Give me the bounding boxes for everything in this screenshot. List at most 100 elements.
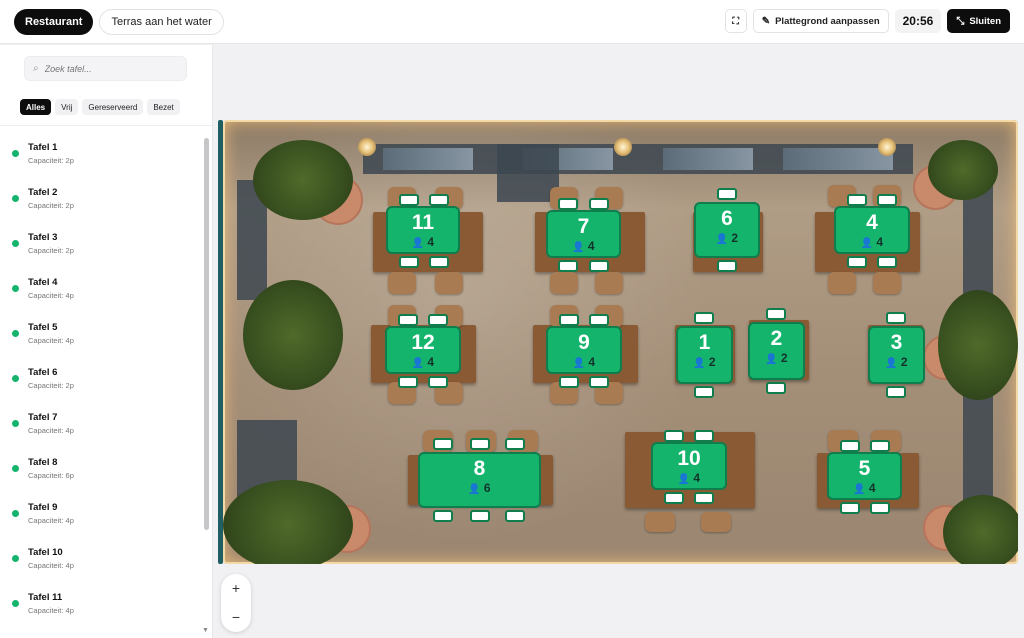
status-dot [12,510,19,517]
chair [435,272,463,294]
search-input[interactable] [44,63,175,74]
chair [701,512,731,532]
chair [828,272,856,294]
search-box[interactable]: ⌕ [24,56,187,81]
table-marker-5[interactable]: 5 👤 4 [827,452,902,500]
zoom-controls: + − [221,574,251,632]
filter-free[interactable]: Vrij [55,99,79,115]
seat-tab[interactable] [398,376,418,388]
plant-icon [223,480,353,564]
table-marker-8[interactable]: 8 👤 6 [418,452,541,508]
table-marker-6[interactable]: 6 👤 2 [694,202,760,258]
table-marker-7[interactable]: 7 👤 4 [546,210,621,258]
list-item[interactable]: Tafel 11 Capaciteit: 4p [0,585,200,630]
seat-tab[interactable] [694,386,714,398]
seat-tab[interactable] [589,198,609,210]
fullscreen-button[interactable]: ⛶ [724,9,747,33]
person-icon: 👤 [572,358,586,369]
seat-tab[interactable] [717,188,737,200]
table-marker-4[interactable]: 4 👤 4 [834,206,910,254]
seat-tab[interactable] [505,510,525,522]
scroll-down-icon[interactable]: ▼ [202,627,209,634]
list-item[interactable]: Tafel 8 Capaciteit: 6p [0,450,200,495]
chair [550,272,578,294]
lamp-icon [614,138,632,156]
list-item[interactable]: Tafel 7 Capaciteit: 4p [0,405,200,450]
status-dot [12,150,19,157]
table-list: Tafel 1 Capaciteit: 2p Tafel 2 Capaciteit:… [0,135,200,630]
list-item[interactable]: Tafel 4 Capaciteit: 4p [0,270,200,315]
list-item[interactable]: Tafel 3 Capaciteit: 2p [0,225,200,270]
table-marker-1[interactable]: 1 👤 2 [676,326,733,384]
person-icon: 👤 [693,358,706,369]
filter-occupied[interactable]: Bezet [147,99,180,115]
filter-reserved[interactable]: Gereserveerd [82,99,144,115]
table-marker-11[interactable]: 11 👤 4 [386,206,460,254]
seat-tab[interactable] [398,314,418,326]
seat-tab[interactable] [428,314,448,326]
seat-tab[interactable] [694,492,714,504]
filter-all[interactable]: Alles [20,99,52,115]
seat-tab[interactable] [558,198,578,210]
divider [0,125,212,126]
seat-tab[interactable] [717,260,737,272]
status-dot [12,240,19,247]
table-marker-2[interactable]: 2 👤 2 [748,322,805,380]
list-item[interactable]: Tafel 10 Capaciteit: 4p [0,540,200,585]
seat-tab[interactable] [664,492,684,504]
person-icon: 👤 [468,484,481,495]
list-item[interactable]: Tafel 6 Capaciteit: 2p [0,360,200,405]
seat-tab[interactable] [847,194,867,206]
list-item[interactable]: Tafel 9 Capaciteit: 4p [0,495,200,540]
zoom-out-button[interactable]: − [221,603,251,632]
seat-tab[interactable] [840,440,860,452]
seat-tab[interactable] [877,194,897,206]
seat-tab[interactable] [505,438,525,450]
seat-tab[interactable] [766,382,786,394]
tab-restaurant[interactable]: Restaurant [14,8,94,35]
scrollbar[interactable] [204,138,209,530]
seat-tab[interactable] [559,314,579,326]
expand-icon: ⛶ [732,15,740,27]
seat-tab[interactable] [886,312,906,324]
seat-tab[interactable] [870,440,890,452]
zoom-in-button[interactable]: + [221,574,251,603]
seat-tab[interactable] [766,308,786,320]
seat-tab[interactable] [840,502,860,514]
seat-tab[interactable] [429,194,449,206]
window-pane [663,148,753,170]
list-item[interactable]: Tafel 5 Capaciteit: 4p [0,315,200,360]
list-item[interactable]: Tafel 2 Capaciteit: 2p [0,180,200,225]
seat-tab[interactable] [589,314,609,326]
table-marker-10[interactable]: 10 👤 4 [651,442,727,490]
seat-tab[interactable] [847,256,867,268]
seat-tab[interactable] [870,502,890,514]
list-item[interactable]: Tafel 1 Capaciteit: 2p [0,135,200,180]
seat-tab[interactable] [399,194,419,206]
seat-tab[interactable] [589,376,609,388]
seat-tab[interactable] [470,510,490,522]
seat-tab[interactable] [877,256,897,268]
seat-tab[interactable] [558,260,578,272]
floorplan-canvas[interactable]: 11 👤 4 7 👤 4 6 👤 2 4 👤 4 12 👤 4 9 👤 4 1 … [223,120,1018,564]
seat-tab[interactable] [589,260,609,272]
plant-icon [943,495,1018,564]
table-marker-3[interactable]: 3 👤 2 [868,326,925,384]
seat-tab[interactable] [428,376,448,388]
table-marker-9[interactable]: 9 👤 4 [546,326,622,374]
close-button[interactable]: ⤡ Sluiten [947,9,1010,33]
seat-tab[interactable] [886,386,906,398]
seat-tab[interactable] [559,376,579,388]
seat-tab[interactable] [433,438,453,450]
seat-tab[interactable] [694,312,714,324]
seat-tab[interactable] [429,256,449,268]
tab-terras[interactable]: Terras aan het water [99,8,224,35]
table-marker-12[interactable]: 12 👤 4 [385,326,461,374]
status-dot [12,555,19,562]
seat-tab[interactable] [694,430,714,442]
seat-tab[interactable] [399,256,419,268]
seat-tab[interactable] [433,510,453,522]
seat-tab[interactable] [470,438,490,450]
edit-floorplan-button[interactable]: ✎ Plattegrond aanpassen [752,9,889,33]
seat-tab[interactable] [664,430,684,442]
